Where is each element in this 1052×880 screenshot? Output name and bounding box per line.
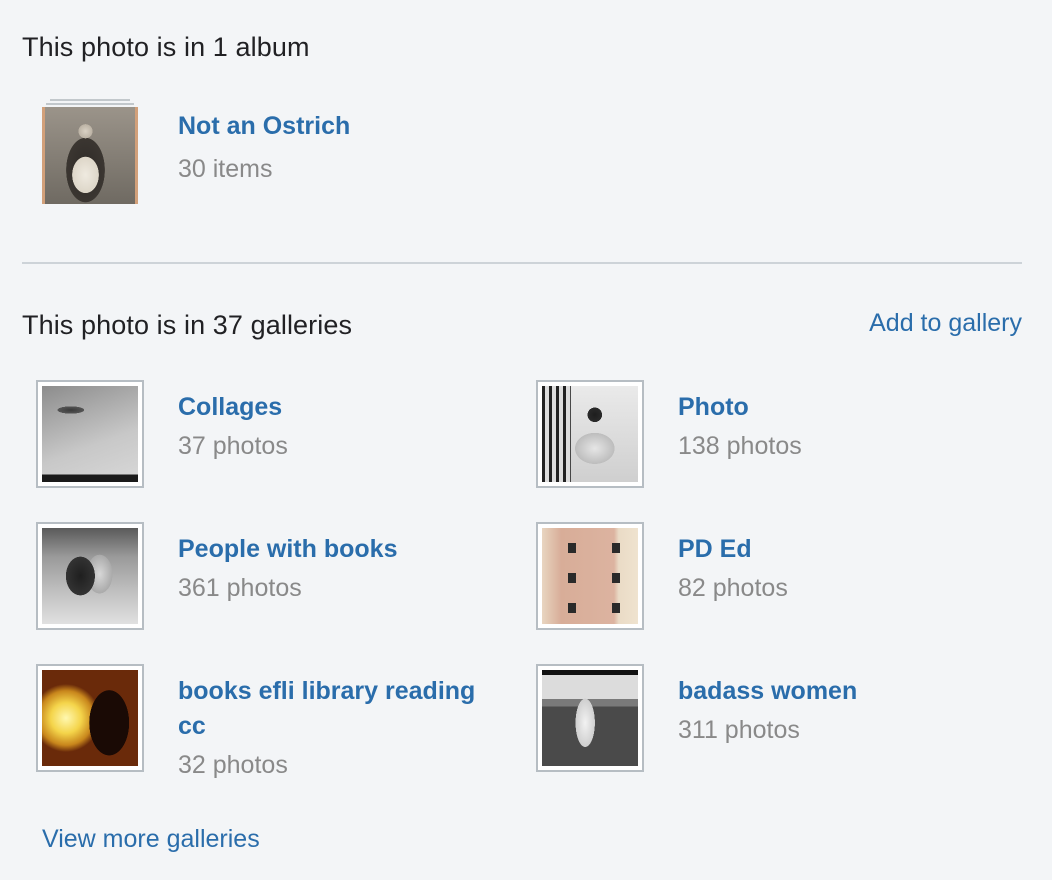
album-stack-line (46, 103, 134, 105)
album-cover-image[interactable] (42, 107, 138, 204)
gallery-item: badass women 311 photos (536, 664, 996, 772)
gallery-item: Photo 138 photos (536, 380, 996, 488)
gallery-item: PD Ed 82 photos (536, 522, 996, 630)
section-divider (22, 262, 1022, 264)
gallery-thumbnail-image (42, 670, 138, 766)
gallery-link[interactable]: badass women (678, 674, 998, 709)
gallery-thumbnail[interactable] (536, 522, 644, 630)
gallery-thumbnail[interactable] (536, 380, 644, 488)
album-item-count: 30 items (178, 155, 273, 183)
gallery-photo-count: 37 photos (178, 432, 288, 460)
gallery-item: People with books 361 photos (36, 522, 496, 630)
gallery-photo-count: 82 photos (678, 574, 788, 602)
add-to-gallery-link[interactable]: Add to gallery (869, 309, 1022, 338)
gallery-link[interactable]: Collages (178, 390, 498, 425)
gallery-photo-count: 311 photos (678, 716, 800, 744)
gallery-photo-count: 32 photos (178, 751, 288, 779)
view-more-galleries-link[interactable]: View more galleries (42, 825, 260, 854)
albums-heading: This photo is in 1 album (22, 32, 310, 62)
gallery-thumbnail[interactable] (36, 664, 144, 772)
gallery-thumbnail[interactable] (536, 664, 644, 772)
gallery-thumbnail-image (42, 386, 138, 482)
gallery-item: books efli library reading cc 32 photos (36, 664, 498, 779)
gallery-link[interactable]: books efli library reading cc (178, 674, 498, 744)
galleries-heading: This photo is in 37 galleries (22, 310, 353, 340)
gallery-thumbnail-image (542, 670, 638, 766)
album-stack-line (50, 99, 130, 101)
gallery-link[interactable]: People with books (178, 532, 498, 567)
gallery-thumbnail-image (42, 528, 138, 624)
gallery-thumbnail-image (542, 386, 638, 482)
album-thumbnail[interactable] (42, 99, 138, 204)
gallery-link[interactable]: PD Ed (678, 532, 998, 567)
gallery-item: Collages 37 photos (36, 380, 496, 488)
gallery-thumbnail[interactable] (36, 522, 144, 630)
gallery-photo-count: 138 photos (678, 432, 802, 460)
gallery-thumbnail[interactable] (36, 380, 144, 488)
gallery-thumbnail-image (542, 528, 638, 624)
gallery-link[interactable]: Photo (678, 390, 998, 425)
album-link-not-an-ostrich[interactable]: Not an Ostrich (178, 112, 350, 141)
gallery-photo-count: 361 photos (178, 574, 302, 602)
